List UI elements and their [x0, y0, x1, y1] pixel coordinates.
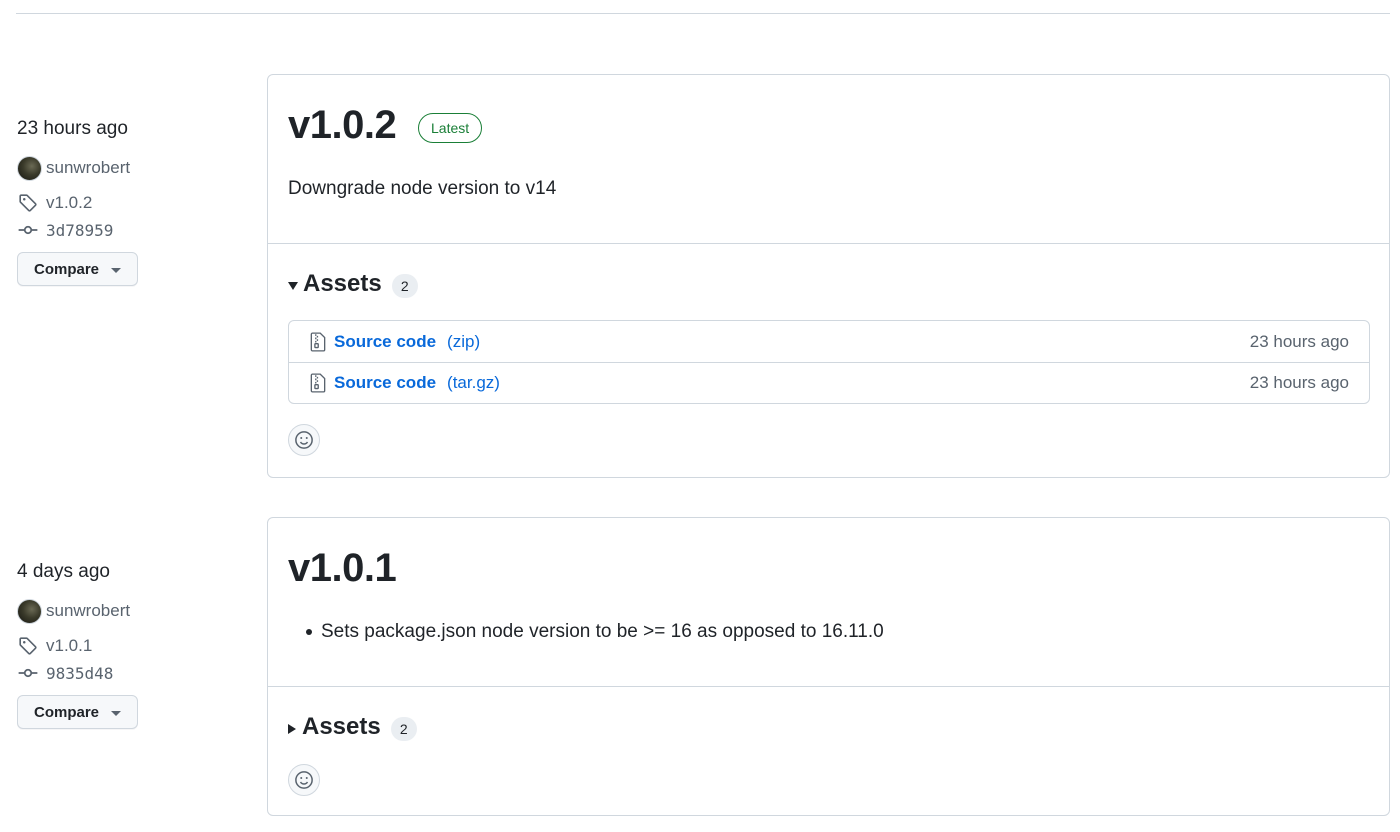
asset-list: Source code (zip) 23 hours ago Source co… [288, 320, 1370, 404]
assets-toggle[interactable]: Assets 2 [288, 713, 417, 741]
release-title[interactable]: v1.0.2 [288, 103, 397, 148]
latest-badge: Latest [418, 113, 483, 143]
file-zip-icon [309, 373, 327, 393]
compare-label: Compare [34, 703, 100, 721]
release-author[interactable]: sunwrobert [17, 155, 130, 181]
release-commit[interactable]: 3d78959 [17, 219, 113, 241]
git-commit-icon [17, 219, 39, 241]
triangle-right-icon [288, 723, 296, 734]
bullet-dot [306, 629, 312, 635]
caret-down-icon [111, 711, 122, 716]
release-note-text: Sets package.json node version to be >= … [321, 621, 884, 642]
release-card: v1.0.2 Latest Downgrade node version to … [267, 74, 1390, 478]
release-tag[interactable]: v1.0.1 [17, 635, 92, 657]
assets-count: 2 [391, 274, 418, 298]
smiley-icon [295, 771, 313, 789]
git-commit-icon [17, 662, 39, 684]
release-author[interactable]: sunwrobert [17, 598, 130, 624]
assets-heading: Assets [302, 713, 381, 740]
release-card: v1.0.1 Sets package.json node version to… [267, 517, 1390, 816]
triangle-down-icon [288, 282, 298, 290]
commit-link[interactable]: 3d78959 [46, 221, 113, 240]
asset-item: Source code (zip) 23 hours ago [289, 321, 1369, 362]
caret-down-icon [111, 268, 122, 273]
avatar[interactable] [17, 598, 42, 624]
release-tag[interactable]: v1.0.2 [17, 192, 92, 214]
asset-extension[interactable]: (tar.gz) [447, 373, 500, 393]
assets-heading: Assets [303, 270, 382, 297]
author-link[interactable]: sunwrobert [46, 158, 130, 178]
asset-extension[interactable]: (zip) [447, 332, 480, 352]
compare-button[interactable]: Compare [17, 695, 138, 729]
release-header: v1.0.2 Latest Downgrade node version to … [268, 75, 1389, 244]
release-header: v1.0.1 Sets package.json node version to… [268, 518, 1389, 687]
assets-count: 2 [390, 717, 417, 741]
asset-download-link[interactable]: Source code [334, 332, 436, 352]
author-link[interactable]: sunwrobert [46, 601, 130, 621]
asset-item: Source code (tar.gz) 23 hours ago [289, 362, 1369, 403]
commit-link[interactable]: 9835d48 [46, 664, 113, 683]
release-title[interactable]: v1.0.1 [288, 546, 397, 591]
tag-icon [17, 192, 39, 214]
release-commit[interactable]: 9835d48 [17, 662, 113, 684]
assets-toggle[interactable]: Assets 2 [288, 270, 418, 298]
top-divider [16, 13, 1390, 14]
compare-label: Compare [34, 260, 100, 278]
tag-icon [17, 635, 39, 657]
asset-timestamp: 23 hours ago [1249, 373, 1349, 392]
compare-button[interactable]: Compare [17, 252, 138, 286]
tag-link[interactable]: v1.0.1 [46, 636, 92, 656]
add-reaction-button[interactable] [288, 764, 320, 796]
asset-timestamp: 23 hours ago [1249, 331, 1349, 351]
release-date: 23 hours ago [17, 118, 128, 139]
smiley-icon [295, 431, 313, 449]
release-notes-item: Sets package.json node version to be >= … [306, 621, 884, 643]
release-date: 4 days ago [17, 561, 110, 582]
file-zip-icon [309, 331, 327, 352]
avatar[interactable] [17, 155, 42, 181]
add-reaction-button[interactable] [288, 424, 320, 456]
tag-link[interactable]: v1.0.2 [46, 193, 92, 213]
release-notes: Downgrade node version to v14 [288, 178, 557, 199]
asset-download-link[interactable]: Source code [334, 373, 436, 393]
